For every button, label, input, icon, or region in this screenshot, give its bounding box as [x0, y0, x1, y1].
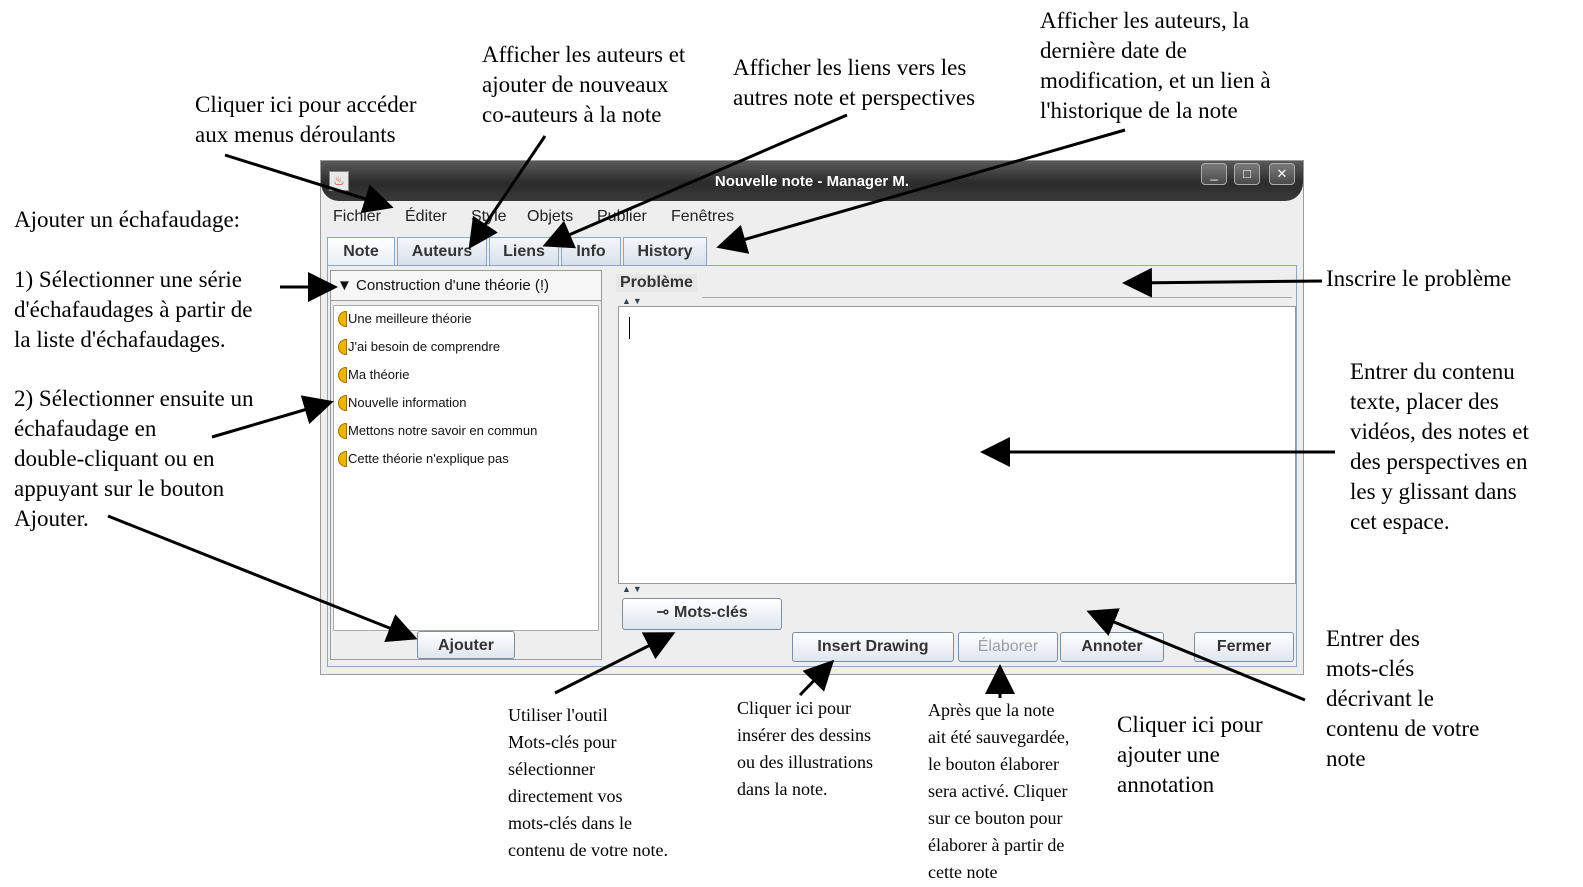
- scaffold-set-label: Construction d'une théorie (!): [356, 277, 549, 294]
- scaffold-set-selector[interactable]: ▼ Construction d'une théorie (!): [331, 271, 601, 301]
- problem-input[interactable]: [702, 272, 1292, 298]
- annotation-keywords-desc: Entrer des mots-clés décrivant le conten…: [1326, 626, 1480, 771]
- scaffold-list: Une meilleure théorie J'ai besoin de com…: [333, 305, 599, 631]
- scaffold-tag-icon: [338, 395, 347, 411]
- keywords-button[interactable]: ⊸ Mots-clés: [622, 598, 782, 630]
- annotate-button[interactable]: Annoter: [1060, 632, 1164, 662]
- annotation-scaffold-step1: 1) Sélectionner une série d'échafaudages…: [14, 267, 253, 352]
- annotation-annotate: Cliquer ici pour ajouter une annotation: [1117, 712, 1263, 797]
- annotation-keywords-tool: Utiliser l'outil Mots-clés pour sélectio…: [508, 705, 668, 860]
- text-caret: [629, 317, 630, 339]
- maximize-button[interactable]: □: [1234, 163, 1260, 185]
- scaffold-item[interactable]: Cette théorie n'explique pas: [336, 448, 509, 470]
- elaborate-button: Élaborer: [958, 632, 1058, 662]
- splitter-arrows-icon[interactable]: ▲▼: [622, 584, 644, 594]
- tab-history[interactable]: History: [623, 237, 707, 265]
- annotation-scaffold-title: Ajouter un échafaudage:: [14, 207, 241, 232]
- note-content-frame: ▼ Construction d'une théorie (!) Une mei…: [327, 265, 1297, 667]
- annotation-links: Afficher les liens vers les autres note …: [733, 55, 976, 110]
- window-title: Nouvelle note - Manager M.: [714, 173, 910, 190]
- scaffold-tag-icon: [338, 311, 347, 327]
- problem-label: Problème: [616, 274, 697, 292]
- annotation-insert-drawing: Cliquer ici pour insérer des dessins ou …: [737, 698, 873, 799]
- tab-bar: Note Auteurs Liens Info History: [327, 237, 1297, 265]
- menu-objets[interactable]: Objets: [527, 208, 573, 226]
- scaffold-panel: ▼ Construction d'une théorie (!) Une mei…: [330, 270, 602, 660]
- annotation-authors: Afficher les auteurs et ajouter de nouve…: [482, 42, 686, 127]
- key-icon: ⊸: [656, 604, 670, 621]
- tab-liens[interactable]: Liens: [489, 237, 559, 265]
- annotation-info: Afficher les auteurs, la dernière date d…: [1040, 8, 1271, 123]
- scaffold-item[interactable]: Ma théorie: [336, 364, 409, 386]
- note-body-editor[interactable]: [618, 306, 1296, 584]
- scaffold-item[interactable]: Mettons notre savoir en commun: [336, 420, 537, 442]
- menu-publier[interactable]: Publier: [597, 208, 647, 226]
- scaffold-tag-icon: [338, 423, 347, 439]
- annotation-problem: Inscrire le problème: [1326, 266, 1512, 291]
- annotation-content: Entrer du contenu texte, placer des vidé…: [1350, 359, 1529, 534]
- scaffold-item-label: J'ai besoin de comprendre: [348, 339, 501, 354]
- scaffold-tag-icon: [338, 451, 347, 467]
- scaffold-item-label: Nouvelle information: [348, 395, 467, 410]
- annotation-menus: Cliquer ici pour accéder aux menus dérou…: [195, 92, 417, 147]
- triangle-down-icon: ▼: [337, 277, 352, 294]
- note-window: ♨ Nouvelle note - Manager M. _ □ ✕ Fichi…: [320, 160, 1304, 675]
- insert-drawing-button[interactable]: Insert Drawing: [792, 632, 954, 662]
- menu-editer[interactable]: Éditer: [405, 208, 447, 226]
- scaffold-item[interactable]: Nouvelle information: [336, 392, 467, 414]
- scaffold-tag-icon: [338, 339, 347, 355]
- annotation-scaffold-step2: 2) Sélectionner ensuite un échafaudage e…: [14, 386, 254, 531]
- close-window-button[interactable]: ✕: [1269, 163, 1295, 185]
- tab-auteurs[interactable]: Auteurs: [397, 237, 487, 265]
- keywords-button-label: Mots-clés: [674, 604, 748, 621]
- close-button[interactable]: Fermer: [1194, 632, 1294, 662]
- menu-fichier[interactable]: Fichier: [333, 208, 381, 226]
- menu-style[interactable]: Style: [471, 208, 507, 226]
- scaffold-item-label: Une meilleure théorie: [348, 311, 472, 326]
- tab-note[interactable]: Note: [327, 237, 395, 265]
- title-bar[interactable]: ♨ Nouvelle note - Manager M. _ □ ✕: [321, 161, 1303, 201]
- splitter-arrows-icon[interactable]: ▲▼: [622, 296, 644, 306]
- annotation-elaborate: Après que la note ait été sauvegardée, l…: [928, 700, 1070, 882]
- tab-info[interactable]: Info: [561, 237, 621, 265]
- scaffold-item[interactable]: Une meilleure théorie: [336, 308, 472, 330]
- scaffold-item-label: Mettons notre savoir en commun: [348, 423, 538, 438]
- scaffold-tag-icon: [338, 367, 347, 383]
- scaffold-item[interactable]: J'ai besoin de comprendre: [336, 336, 500, 358]
- menu-bar: Fichier Éditer Style Objets Publier Fenê…: [321, 205, 1303, 231]
- minimize-button[interactable]: _: [1201, 163, 1227, 185]
- scaffold-item-label: Cette théorie n'explique pas: [348, 451, 509, 466]
- menu-fenetres[interactable]: Fenêtres: [671, 208, 734, 226]
- add-scaffold-button[interactable]: Ajouter: [417, 631, 515, 659]
- scaffold-item-label: Ma théorie: [348, 367, 410, 382]
